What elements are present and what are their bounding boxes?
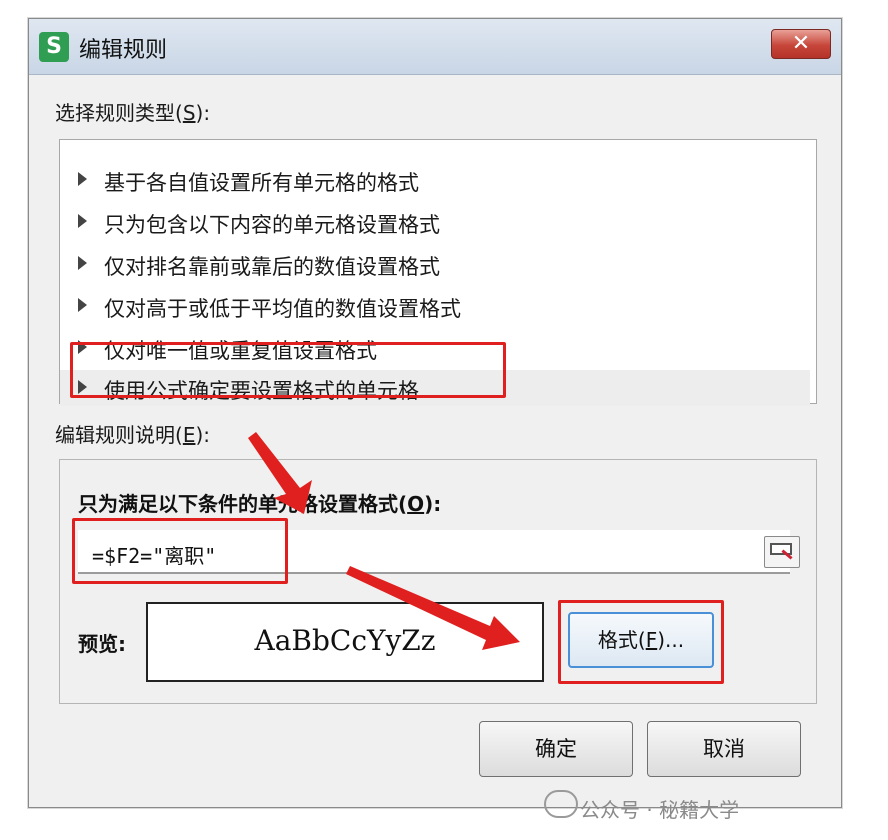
arrow-down-icon <box>248 432 312 514</box>
arrow-right-icon <box>346 566 520 650</box>
annotation-arrows <box>248 432 520 650</box>
wechat-icon <box>544 790 578 818</box>
watermark-text: 公众号 · 秘籍大学 <box>580 798 740 822</box>
